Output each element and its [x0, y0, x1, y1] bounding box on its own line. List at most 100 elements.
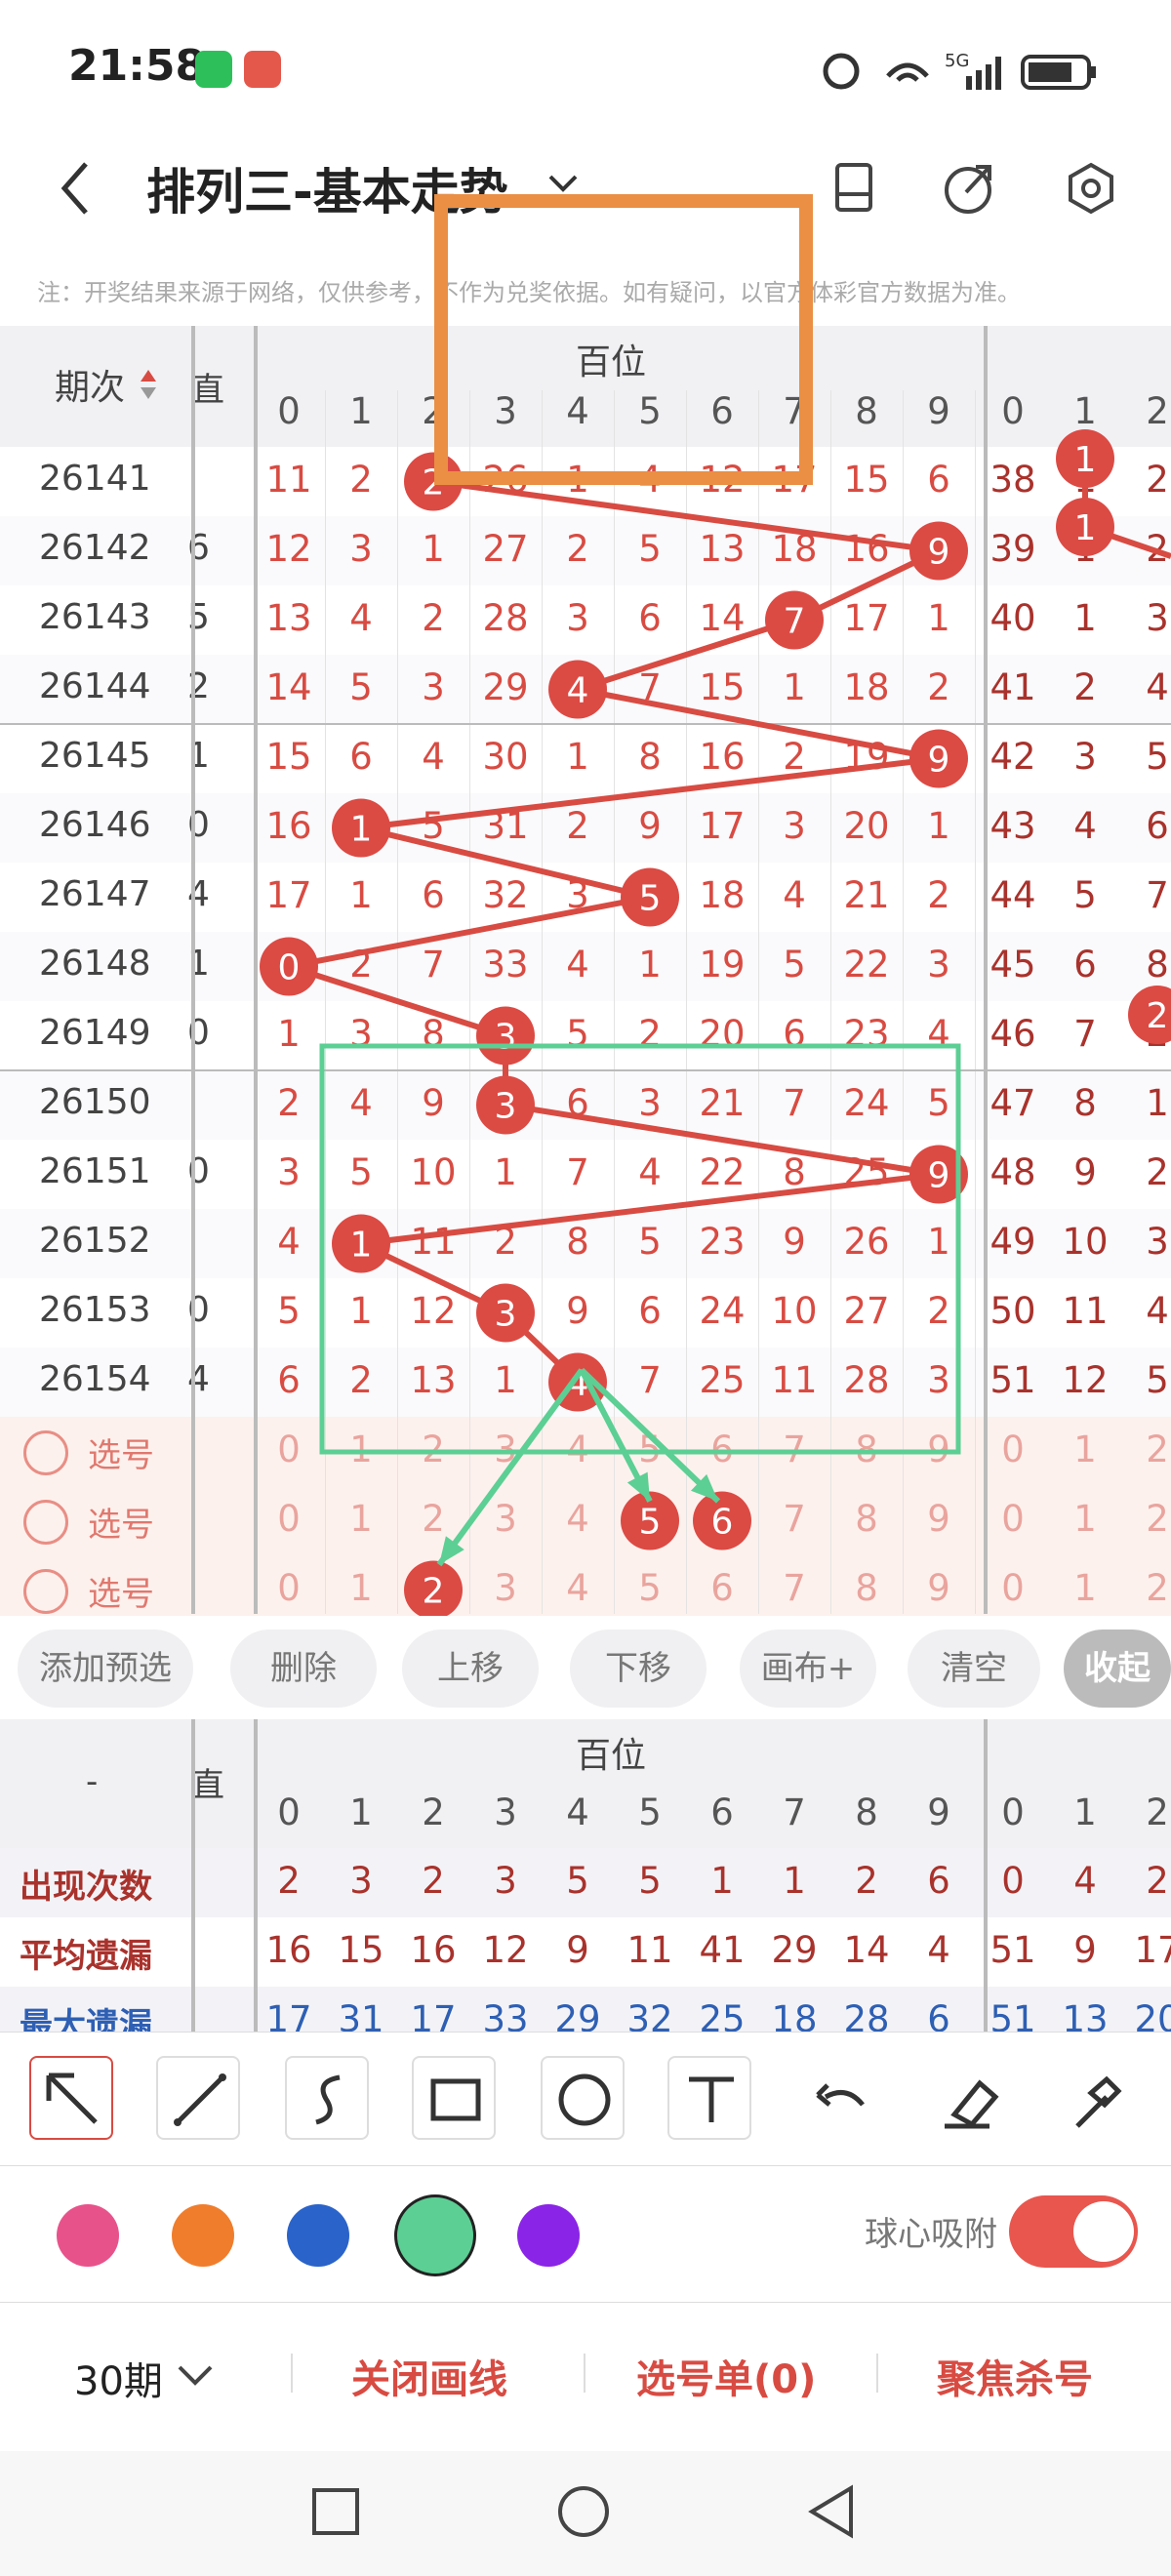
pick-cell[interactable]: 0 [977, 1498, 1049, 1540]
pick-cell[interactable]: 4 [542, 1567, 614, 1609]
color-swatch[interactable] [57, 2204, 119, 2267]
pick-cell[interactable]: 0 [977, 1567, 1049, 1609]
curve-tool[interactable] [285, 2056, 369, 2140]
color-swatch[interactable] [287, 2204, 349, 2267]
stats-cell: 51 [989, 1998, 1036, 2032]
share-icon[interactable] [943, 161, 997, 216]
pick-cell[interactable]: 7 [758, 1429, 830, 1470]
pick-cell[interactable]: 8 [830, 1429, 903, 1470]
back-nav-icon[interactable] [804, 2484, 859, 2539]
action-bar: 添加预选 删除 上移 下移 画布+ 清空 收起 [0, 1616, 1171, 1721]
rect-tool[interactable] [412, 2056, 496, 2140]
pick-cell[interactable]: 6 [686, 1429, 758, 1470]
pick-cell[interactable]: 3 [469, 1429, 542, 1470]
table-row: 26144 2 14 5 3 29 7 15 1 18 2 41 2 4 [0, 655, 1171, 724]
trend-table: 期次直百位 0 1 2 3 4 5 6 7 8 9 0 1 2 26141 11 2 26 1 4 12 17 15 6 38 1… [0, 326, 1171, 1625]
miss-cell: 2 [422, 597, 445, 639]
miss-cell: 5 [927, 1082, 950, 1124]
pick-cell[interactable]: 8 [830, 1498, 903, 1540]
stats-cell: 2 [1146, 1860, 1169, 1902]
action-5-button[interactable]: 清空 [908, 1630, 1040, 1708]
color-swatch[interactable] [517, 2204, 580, 2267]
status-icons: 5G [823, 51, 1096, 90]
pick-cell[interactable]: 2 [397, 1429, 469, 1470]
close-drawing-button[interactable]: 关闭画线 [351, 2348, 507, 2404]
pick-cell[interactable]: 7 [758, 1498, 830, 1540]
miss-cell: 12 [1062, 1359, 1109, 1401]
miss-cell: 1 [566, 459, 589, 501]
miss-cell: 23 [699, 1221, 746, 1263]
chevron-down-icon[interactable] [546, 169, 580, 198]
pick-cell[interactable]: 3 [469, 1567, 542, 1609]
pick-cell[interactable]: 4 [542, 1498, 614, 1540]
pick-cell[interactable]: 9 [903, 1567, 975, 1609]
stats-cell: 18 [771, 1998, 818, 2032]
pick-cell[interactable]: 2 [1121, 1429, 1171, 1470]
circle-tool[interactable] [541, 2056, 625, 2140]
pick-cell[interactable]: 0 [253, 1429, 325, 1470]
brush-tool[interactable] [1050, 2056, 1134, 2140]
action-1-button[interactable]: 删除 [230, 1630, 377, 1708]
pick-cell[interactable]: 1 [1049, 1567, 1121, 1609]
recent-apps-icon[interactable] [310, 2486, 361, 2537]
pick-cell[interactable]: 0 [977, 1429, 1049, 1470]
action-0-button[interactable]: 添加预选 [18, 1630, 193, 1708]
miss-cell: 2 [349, 944, 373, 986]
home-icon[interactable] [556, 2484, 611, 2539]
table-row: 26148 1 2 7 33 4 1 19 5 22 3 45 6 8 [0, 932, 1171, 1001]
pick-cell[interactable]: 7 [758, 1567, 830, 1609]
column-divider [984, 1719, 988, 2032]
snap-toggle[interactable] [1009, 2195, 1138, 2268]
chevron-down-icon[interactable] [176, 2361, 215, 2391]
period-cell: 26153 [39, 1290, 151, 1330]
digit-header: 1 [1073, 390, 1097, 432]
pick-radio[interactable] [23, 1569, 68, 1614]
pick-cell[interactable]: 9 [903, 1429, 975, 1470]
miss-cell: 4 [1073, 805, 1097, 847]
pick-cell[interactable]: 1 [1049, 1498, 1121, 1540]
pick-cell[interactable]: 2 [1121, 1498, 1171, 1540]
pick-cell[interactable]: 1 [1049, 1429, 1121, 1470]
period-select[interactable]: 30期 [74, 2350, 163, 2406]
arrow-tool[interactable] [29, 2056, 113, 2140]
pick-cell[interactable]: 8 [830, 1567, 903, 1609]
action-2-button[interactable]: 上移 [402, 1630, 539, 1708]
sort-icon[interactable] [139, 365, 158, 404]
pick-cell[interactable]: 1 [325, 1429, 397, 1470]
undo-tool[interactable] [796, 2056, 880, 2140]
pick-list-button[interactable]: 选号单(0) [636, 2348, 816, 2404]
pick-cell[interactable]: 5 [614, 1567, 686, 1609]
pick-radio[interactable] [23, 1500, 68, 1545]
layout-icon[interactable] [829, 161, 880, 216]
line-tool[interactable] [156, 2056, 240, 2140]
text-tool[interactable] [667, 2056, 751, 2140]
table-row: 26151 0 3 5 10 1 7 4 22 8 25 48 9 2 [0, 1140, 1171, 1209]
back-icon[interactable] [57, 159, 96, 218]
pick-cell[interactable]: 4 [542, 1429, 614, 1470]
settings-icon[interactable] [1064, 161, 1118, 216]
pick-cell[interactable]: 2 [397, 1498, 469, 1540]
pick-radio[interactable] [23, 1430, 68, 1475]
pick-cell[interactable]: 6 [686, 1567, 758, 1609]
pick-cell[interactable]: 5 [614, 1429, 686, 1470]
action-6-button[interactable]: 收起 [1064, 1630, 1171, 1708]
miss-cell: 2 [1146, 1013, 1169, 1055]
color-swatch[interactable] [394, 2194, 476, 2276]
miss-cell: 23 [843, 1013, 890, 1055]
focus-kill-button[interactable]: 聚焦杀号 [937, 2348, 1093, 2404]
grid-line [469, 390, 470, 1614]
period-header[interactable]: 期次 [55, 359, 125, 410]
eraser-tool[interactable] [923, 2056, 1007, 2140]
pick-cell[interactable]: 1 [325, 1498, 397, 1540]
pick-cell[interactable]: 0 [253, 1498, 325, 1540]
action-4-button[interactable]: 画布+ [740, 1630, 876, 1708]
pick-cell[interactable]: 0 [253, 1567, 325, 1609]
action-3-button[interactable]: 下移 [570, 1630, 707, 1708]
miss-cell: 21 [843, 874, 890, 916]
pick-cell[interactable]: 9 [903, 1498, 975, 1540]
color-swatch[interactable] [172, 2204, 234, 2267]
pick-cell[interactable]: 3 [469, 1498, 542, 1540]
pick-cell[interactable]: 2 [1121, 1567, 1171, 1609]
pick-cell[interactable]: 1 [325, 1567, 397, 1609]
miss-cell: 2 [277, 1082, 301, 1124]
